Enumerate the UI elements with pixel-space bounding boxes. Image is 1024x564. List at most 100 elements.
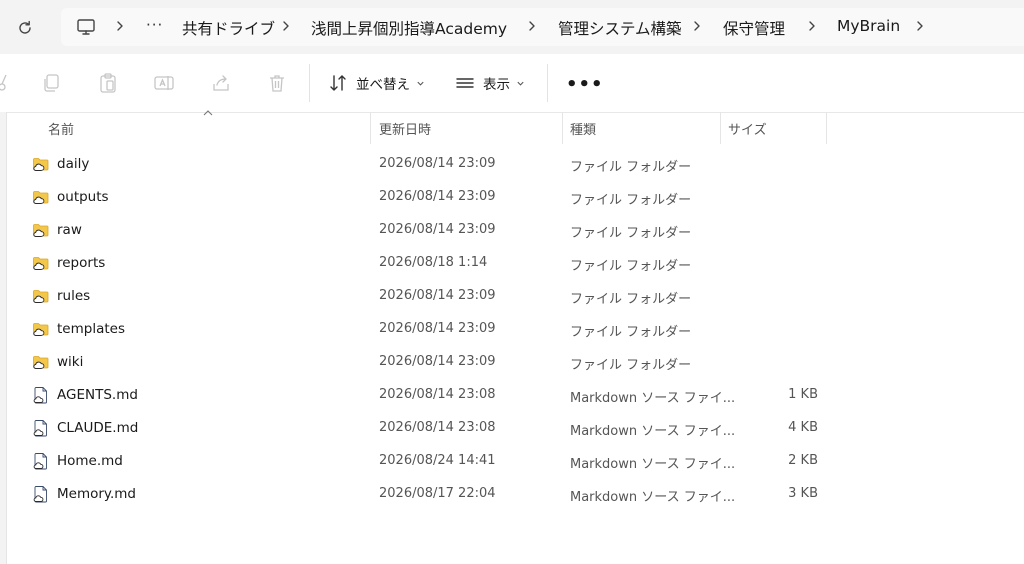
folder-icon: [33, 158, 49, 171]
file-modified: 2026/08/14 23:09: [379, 288, 496, 303]
markdown-file-icon: [33, 420, 47, 437]
column-divider[interactable]: [720, 112, 721, 144]
breadcrumb-item[interactable]: 共有ドライブ: [182, 17, 275, 39]
file-row[interactable]: templates 2026/08/14 23:09 ファイル フォルダー: [0, 313, 1024, 346]
file-modified: 2026/08/14 23:09: [379, 189, 496, 204]
column-header-modified[interactable]: 更新日時: [379, 119, 431, 138]
folder-icon: [33, 290, 49, 303]
file-type: Markdown ソース ファイ...: [570, 424, 736, 439]
folder-icon: [33, 191, 49, 204]
delete-icon[interactable]: [266, 72, 288, 94]
file-size: 1 KB: [788, 387, 818, 402]
file-row[interactable]: daily 2026/08/14 23:09 ファイル フォルダー: [0, 148, 1024, 181]
view-label: 表示: [483, 77, 510, 93]
file-type: ファイル フォルダー: [570, 325, 692, 340]
paste-icon[interactable]: [97, 72, 119, 94]
sort-label: 並べ替え: [356, 77, 410, 93]
more-options-button[interactable]: •••: [566, 74, 604, 95]
file-name: CLAUDE.md: [57, 420, 139, 436]
breadcrumb-item-current[interactable]: MyBrain: [837, 17, 900, 35]
column-header-size[interactable]: サイズ: [728, 119, 767, 138]
file-row[interactable]: rules 2026/08/14 23:09 ファイル フォルダー: [0, 280, 1024, 313]
file-size: 4 KB: [788, 420, 818, 435]
file-row[interactable]: AGENTS.md 2026/08/14 23:08 Markdown ソース …: [0, 379, 1024, 412]
file-type: ファイル フォルダー: [570, 226, 692, 241]
file-type: ファイル フォルダー: [570, 292, 692, 307]
file-type: ファイル フォルダー: [570, 358, 692, 373]
breadcrumb-item[interactable]: 管理システム構築: [558, 17, 682, 39]
file-type: ファイル フォルダー: [570, 160, 692, 175]
chevron-down-icon: [417, 81, 424, 86]
file-name: templates: [57, 321, 125, 337]
chevron-right-icon[interactable]: [113, 19, 127, 33]
chevron-right-icon[interactable]: [805, 19, 819, 33]
file-name: outputs: [57, 189, 109, 205]
chevron-right-icon[interactable]: [690, 19, 704, 33]
folder-icon: [33, 323, 49, 336]
toolbar-divider: [309, 64, 310, 102]
file-row[interactable]: Memory.md 2026/08/17 22:04 Markdown ソース …: [0, 478, 1024, 511]
file-name: Home.md: [57, 453, 123, 469]
markdown-file-icon: [33, 453, 47, 470]
refresh-icon: [19, 20, 31, 34]
file-type: ファイル フォルダー: [570, 193, 692, 208]
file-type: Markdown ソース ファイ...: [570, 457, 736, 472]
file-row[interactable]: raw 2026/08/14 23:09 ファイル フォルダー: [0, 214, 1024, 247]
file-modified: 2026/08/14 23:09: [379, 354, 496, 369]
file-modified: 2026/08/14 23:09: [379, 222, 496, 237]
file-name: Memory.md: [57, 486, 136, 502]
file-name: reports: [57, 255, 106, 271]
file-row[interactable]: CLAUDE.md 2026/08/14 23:08 Markdown ソース …: [0, 412, 1024, 445]
file-modified: 2026/08/14 23:08: [379, 420, 496, 435]
breadcrumb-item[interactable]: 浅間上昇個別指導Academy: [311, 17, 507, 39]
address-area: ··· 共有ドライブ 浅間上昇個別指導Academy 管理システム構築 保守管理…: [0, 0, 1024, 54]
file-row[interactable]: reports 2026/08/18 1:14 ファイル フォルダー: [0, 247, 1024, 280]
file-modified: 2026/08/14 23:09: [379, 156, 496, 171]
file-modified: 2026/08/14 23:09: [379, 321, 496, 336]
cut-icon[interactable]: [0, 72, 10, 94]
computer-icon[interactable]: [76, 17, 96, 37]
column-divider[interactable]: [826, 112, 827, 144]
file-modified: 2026/08/24 14:41: [379, 453, 496, 468]
file-size: 3 KB: [788, 486, 818, 501]
file-row[interactable]: wiki 2026/08/14 23:09 ファイル フォルダー: [0, 346, 1024, 379]
breadcrumb-overflow-button[interactable]: ···: [146, 16, 163, 34]
file-row[interactable]: outputs 2026/08/14 23:09 ファイル フォルダー: [0, 181, 1024, 214]
copy-icon[interactable]: [40, 72, 62, 94]
column-divider[interactable]: [562, 112, 563, 144]
file-name: raw: [57, 222, 82, 238]
toolbar-divider: [547, 64, 548, 102]
folder-icon: [33, 257, 49, 270]
file-name: rules: [57, 288, 91, 304]
file-modified: 2026/08/14 23:08: [379, 387, 496, 402]
file-size: 2 KB: [788, 453, 818, 468]
folder-icon: [33, 356, 49, 369]
view-button[interactable]: 表示: [455, 70, 525, 96]
breadcrumb-item[interactable]: 保守管理: [723, 17, 785, 39]
column-divider[interactable]: [370, 112, 371, 144]
share-icon[interactable]: [210, 72, 232, 94]
chevron-down-icon: [517, 81, 524, 86]
file-name: wiki: [57, 354, 84, 370]
file-type: Markdown ソース ファイ...: [570, 490, 736, 505]
chevron-right-icon[interactable]: [913, 19, 927, 33]
markdown-file-icon: [33, 486, 47, 503]
address-bar[interactable]: ··· 共有ドライブ 浅間上昇個別指導Academy 管理システム構築 保守管理…: [61, 8, 1024, 46]
rename-icon[interactable]: [153, 72, 175, 94]
chevron-right-icon[interactable]: [525, 19, 539, 33]
sort-button[interactable]: 並べ替え: [328, 70, 425, 96]
file-type: ファイル フォルダー: [570, 259, 692, 274]
markdown-file-icon: [33, 387, 47, 404]
column-header-name[interactable]: 名前: [48, 119, 74, 138]
column-header-type[interactable]: 種類: [570, 119, 596, 138]
command-bar: 並べ替え 表示 •••: [0, 54, 1024, 113]
sort-icon: [330, 75, 346, 91]
chevron-right-icon[interactable]: [279, 19, 293, 33]
folder-icon: [33, 224, 49, 237]
file-name: daily: [57, 156, 90, 172]
file-name: AGENTS.md: [57, 387, 138, 403]
file-row[interactable]: Home.md 2026/08/24 14:41 Markdown ソース ファ…: [0, 445, 1024, 478]
sort-ascending-icon: [203, 110, 213, 116]
file-modified: 2026/08/17 22:04: [379, 486, 496, 501]
refresh-button[interactable]: [12, 15, 38, 41]
